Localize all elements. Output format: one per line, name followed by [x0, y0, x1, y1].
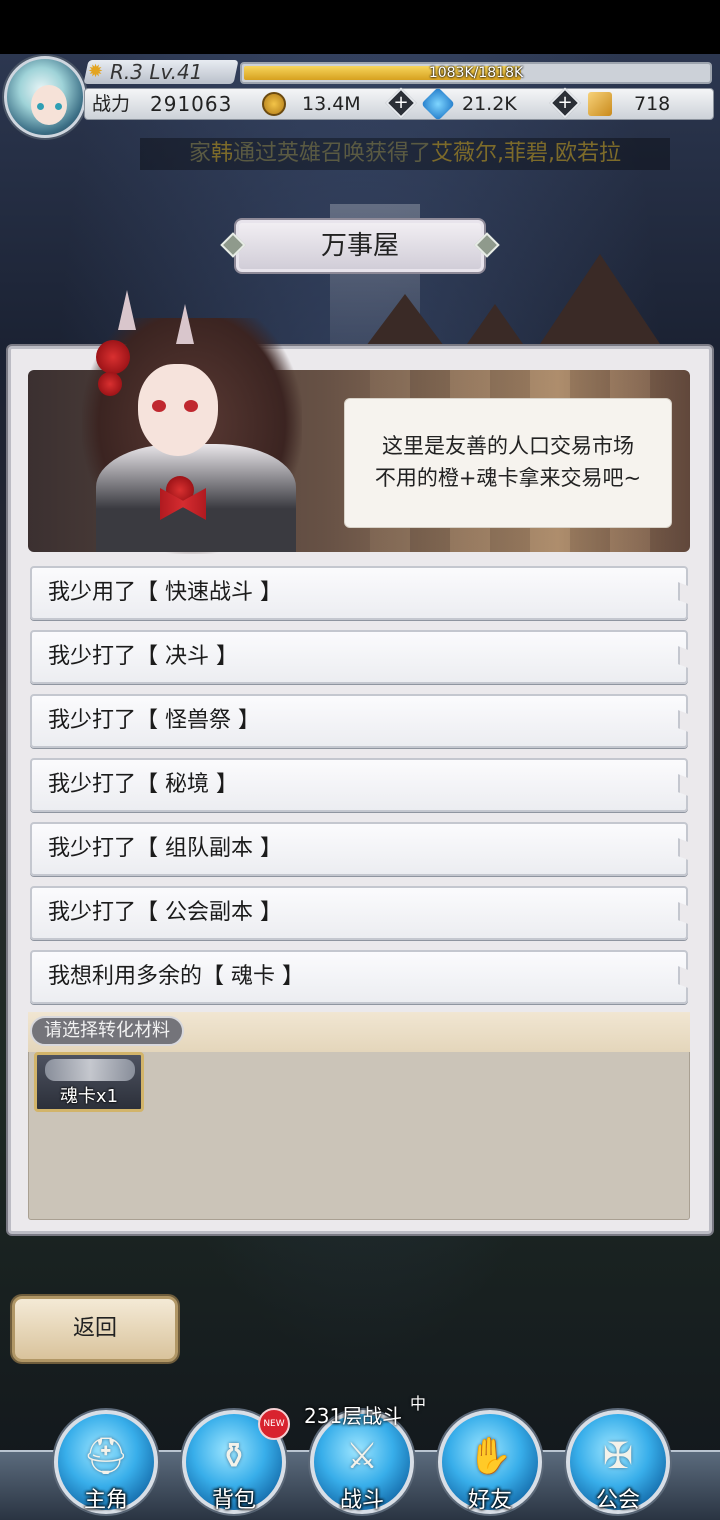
ticker-prefix: 家	[188, 141, 211, 166]
crossed-swords-icon: ⚔	[345, 1436, 379, 1477]
ticker-middle: 通过英雄召唤获得了	[233, 141, 432, 166]
option-label: 我少打了【 组队副本 】	[48, 836, 282, 861]
option-notch	[678, 774, 688, 796]
new-badge: NEW	[258, 1408, 290, 1440]
option-label: 我少打了【 公会副本 】	[48, 900, 282, 925]
speech-text: 这里是友善的人口交易市场 不用的橙+魂卡拿来交易吧~	[344, 430, 672, 494]
avatar-eye	[37, 103, 44, 110]
power-label: 战力	[92, 93, 131, 115]
handshake-icon: ✋	[467, 1436, 513, 1477]
option-label: 我少用了【 快速战斗 】	[48, 580, 282, 605]
exp-text: 1083K/1818K	[428, 65, 524, 81]
npc-horn-icon	[176, 304, 194, 344]
orange-card-icon	[588, 92, 612, 116]
rank-level: R.3 Lv.41	[110, 60, 203, 84]
player-avatar[interactable]	[4, 56, 86, 138]
material-header-label: 请选择转化材料	[30, 1016, 184, 1046]
npc-face	[138, 364, 218, 456]
page-title: 万事屋	[320, 231, 399, 261]
nav-friends-label: 好友	[467, 1488, 512, 1513]
exp-bar: 1083K/1818K	[240, 62, 712, 84]
option-label: 我少打了【 怪兽祭 】	[48, 708, 260, 733]
option-notch	[678, 902, 688, 924]
option-notch	[678, 582, 688, 604]
helmet-icon: ⛑	[83, 1436, 129, 1477]
speech-line-1: 这里是友善的人口交易市场	[382, 434, 634, 458]
back-button-label: 返回	[72, 1316, 117, 1341]
option-guild-dungeon[interactable]: 我少打了【 公会副本 】	[30, 886, 688, 940]
gold-amount: 13.4M	[302, 93, 361, 115]
card-amount: 718	[634, 93, 671, 115]
speech-line-2: 不用的橙+魂卡拿来交易吧~	[374, 466, 642, 490]
soul-card-label: 魂卡x1	[59, 1086, 119, 1107]
rose-icon	[96, 340, 130, 374]
battle-status-suffix: 中	[410, 1394, 427, 1413]
npc-eye	[152, 400, 166, 412]
soul-card-art	[45, 1059, 135, 1081]
diamond-amount: 21.2K	[462, 93, 517, 115]
nav-guild-label: 公会	[595, 1488, 640, 1513]
option-notch	[678, 966, 688, 988]
building-roof	[540, 254, 660, 344]
option-team-dungeon[interactable]: 我少打了【 组队副本 】	[30, 822, 688, 876]
option-monster-festival[interactable]: 我少打了【 怪兽祭 】	[30, 694, 688, 748]
nav-battle-label: 战斗	[339, 1488, 384, 1513]
gold-coin-icon	[262, 92, 286, 116]
ticker-heroes: 艾薇尔,菲碧,欧若拉	[431, 141, 622, 166]
option-duel[interactable]: 我少打了【 决斗 】	[30, 630, 688, 684]
npc-eye	[184, 400, 198, 412]
option-notch	[678, 646, 688, 668]
ticker-player: 韩	[210, 141, 233, 166]
option-quick-battle[interactable]: 我少用了【 快速战斗 】	[30, 566, 688, 620]
power-value: 291063	[150, 92, 233, 116]
option-label: 我想利用多余的【 魂卡 】	[48, 964, 304, 989]
announcement-ticker: 家韩通过英雄召唤获得了艾薇尔,菲碧,欧若拉	[140, 138, 670, 170]
rank-crown-icon: ✹	[88, 61, 104, 82]
nav-bag-label: 背包	[211, 1488, 256, 1513]
option-notch	[678, 838, 688, 860]
option-soul-card[interactable]: 我想利用多余的【 魂卡 】	[30, 950, 688, 1004]
option-label: 我少打了【 决斗 】	[48, 644, 238, 669]
npc-horn-icon	[118, 290, 136, 330]
rose-icon	[98, 372, 122, 396]
title-plaque: 万事屋	[220, 218, 500, 274]
option-label: 我少打了【 秘境 】	[48, 772, 238, 797]
option-secret-realm[interactable]: 我少打了【 秘境 】	[30, 758, 688, 812]
avatar-eye	[55, 103, 62, 110]
option-notch	[678, 710, 688, 732]
guild-crest-icon: ✠	[602, 1436, 634, 1477]
nav-hero-label: 主角	[83, 1488, 128, 1513]
